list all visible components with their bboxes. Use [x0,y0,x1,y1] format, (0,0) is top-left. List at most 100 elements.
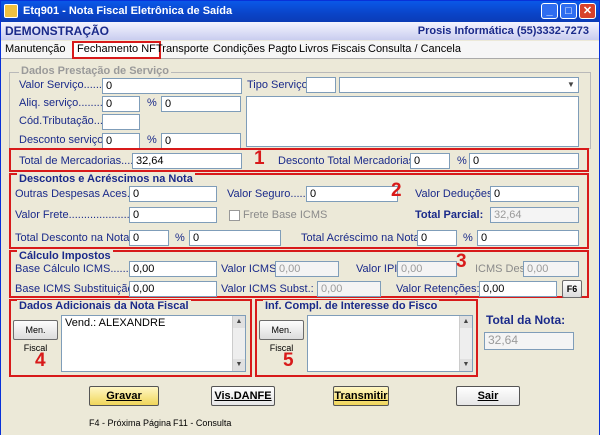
frete-base-icms-label: Frete Base ICMS [243,209,328,221]
tab-manutencao[interactable]: Manutenção [5,43,66,55]
tab-condicoes-pagto[interactable]: Condições Pagto [213,43,297,55]
marker-3: 3 [456,251,467,272]
percent-symbol: % [463,232,473,244]
valor-icms-input: 0,00 [275,261,339,277]
adicionais-scrollbar[interactable]: ▲ ▼ [232,316,245,371]
fisco-section-title: Inf. Compl. de Interesse do Fisco [263,300,440,312]
company-band: DEMONSTRAÇÃO Prosis Informática (55)3332… [1,22,599,40]
valor-frete-input[interactable]: 0 [129,207,217,223]
marker-5: 5 [283,350,294,371]
valor-icms-subst-label: Valor ICMS Subst.: [221,283,314,295]
tab-fechamento-nf[interactable]: Fechamento NF [72,41,161,59]
percent-symbol: % [147,97,157,109]
desconto-total-mercadorias-value-input[interactable]: 0 [469,153,579,169]
valor-seguro-label: Valor Seguro.......: [227,188,315,200]
main-window: Etq901 - Nota Fiscal Eletrônica de Saída… [0,0,600,435]
total-nota-label: Total da Nota: [486,313,566,327]
scroll-up-icon[interactable]: ▲ [233,316,245,328]
valor-retencoes-input[interactable]: 0,00 [479,281,557,297]
total-parcial-label: Total Parcial: [415,209,484,221]
percent-symbol: % [175,232,185,244]
desconto-servico-input[interactable]: 0 [102,133,140,149]
vendor-info: Prosis Informática (55)3332-7273 [417,25,589,37]
tab-bar: Manutenção Fechamento NF Transporte Cond… [1,41,599,59]
valor-ipi-label: Valor IPI: [356,263,401,275]
outras-despesas-label: Outras Despesas Aces.: [15,188,133,200]
valor-seguro-input[interactable]: 0 [306,186,398,202]
total-acrescimo-nota-input[interactable]: 0 [417,230,457,246]
base-calculo-icms-input[interactable]: 0,00 [129,261,217,277]
status-bar: F4 - Próxima Página F11 - Consulta [1,411,599,435]
valor-icms-subst-input: 0,00 [317,281,381,297]
icms-des-input: 0,00 [523,261,579,277]
tipo-servico-code-input[interactable] [306,77,336,93]
desconto-servico-label: Desconto serviço: [19,134,107,146]
gravar-button[interactable]: Gravar [89,386,159,406]
window-title: Etq901 - Nota Fiscal Eletrônica de Saída [23,5,233,17]
scroll-down-icon[interactable]: ▼ [460,359,472,371]
base-icms-substituicao-input[interactable]: 0,00 [129,281,217,297]
percent-symbol: % [457,155,467,167]
outras-despesas-input[interactable]: 0 [129,186,217,202]
sair-button[interactable]: Sair [456,386,520,406]
valor-deducoes-input[interactable]: 0 [490,186,579,202]
frete-base-icms-checkbox[interactable] [229,210,240,221]
total-nota-input: 32,64 [484,332,574,350]
company-name: DEMONSTRAÇÃO [5,24,109,38]
maximize-button[interactable]: □ [560,3,577,19]
tipo-servico-dropdown[interactable]: ▼ [339,77,579,93]
tab-livros-fiscais[interactable]: Livros Fiscais [299,43,366,55]
aliq-servico-value-input[interactable]: 0 [161,96,241,112]
tab-transporte[interactable]: Transporte [156,43,209,55]
descontos-section-title: Descontos e Acréscimos na Nota [17,173,195,185]
base-icms-substituicao-label: Base ICMS Substituição.: [15,283,140,295]
tab-consulta-cancela[interactable]: Consulta / Cancela [368,43,461,55]
total-parcial-input: 32,64 [490,207,579,223]
title-bar: Etq901 - Nota Fiscal Eletrônica de Saída… [1,1,599,22]
marker-2: 2 [391,180,402,201]
total-acrescimo-nota-value-input[interactable]: 0 [477,230,579,246]
fisco-scrollbar[interactable]: ▲ ▼ [459,316,472,371]
marker-4: 4 [35,350,46,371]
fisco-memo[interactable]: ▲ ▼ [307,315,473,372]
base-calculo-icms-label: Base Cálculo ICMS.........: [15,263,141,275]
valor-ipi-input: 0,00 [397,261,457,277]
servico-description-memo[interactable] [246,96,579,147]
men-fiscal-fisco-button[interactable]: Men. Fiscal [259,320,304,353]
total-mercadorias-input[interactable]: 32,64 [132,153,242,169]
transmitir-button[interactable]: Transmitir [333,386,389,406]
close-button[interactable]: ✕ [579,3,596,19]
total-desconto-nota-input[interactable]: 0 [129,230,169,246]
adicionais-section-title: Dados Adicionais da Nota Fiscal [17,300,191,312]
desconto-total-mercadorias-label: Desconto Total Mercadorias: [278,155,418,167]
scroll-up-icon[interactable]: ▲ [460,316,472,328]
status-f11: F11 - Consulta [173,418,232,428]
chevron-down-icon: ▼ [567,80,575,89]
valor-deducoes-label: Valor Deduções: [415,188,496,200]
dados-adicionais-memo[interactable]: Vend.: ALEXANDRE ▲ ▼ [61,315,246,372]
impostos-section-title: Cálculo Impostos [17,250,113,262]
aliq-servico-input[interactable]: 0 [102,96,140,112]
total-desconto-nota-label: Total Desconto na Nota.: [15,232,136,244]
desconto-servico-value-input[interactable]: 0 [161,133,241,149]
cod-tributacao-input[interactable] [102,114,140,130]
aliq-servico-label: Aliq. serviço.........: [19,97,109,109]
marker-1: 1 [254,148,265,169]
minimize-button[interactable]: _ [541,3,558,19]
total-acrescimo-nota-label: Total Acréscimo na Nota: [301,232,423,244]
desconto-total-mercadorias-input[interactable]: 0 [410,153,450,169]
percent-symbol: % [147,134,157,146]
vis-danfe-button[interactable]: Vis.DANFE [211,386,275,406]
valor-servico-label: Valor Serviço.......: [19,79,109,91]
servico-section-title: Dados Prestação de Serviço [19,65,171,77]
scroll-down-icon[interactable]: ▼ [233,359,245,371]
f6-button[interactable]: F6 [562,280,582,298]
valor-frete-label: Valor Frete........................: [15,209,145,221]
men-fiscal-button[interactable]: Men. Fiscal [13,320,58,353]
dados-adicionais-text: Vend.: ALEXANDRE [65,317,166,329]
total-mercadorias-label: Total de Mercadorias......: [19,155,143,167]
valor-servico-input[interactable]: 0 [102,78,242,94]
cod-tributacao-label: Cód.Tributação...: [19,115,107,127]
valor-icms-label: Valor ICMS: [221,263,280,275]
total-desconto-nota-value-input[interactable]: 0 [189,230,281,246]
